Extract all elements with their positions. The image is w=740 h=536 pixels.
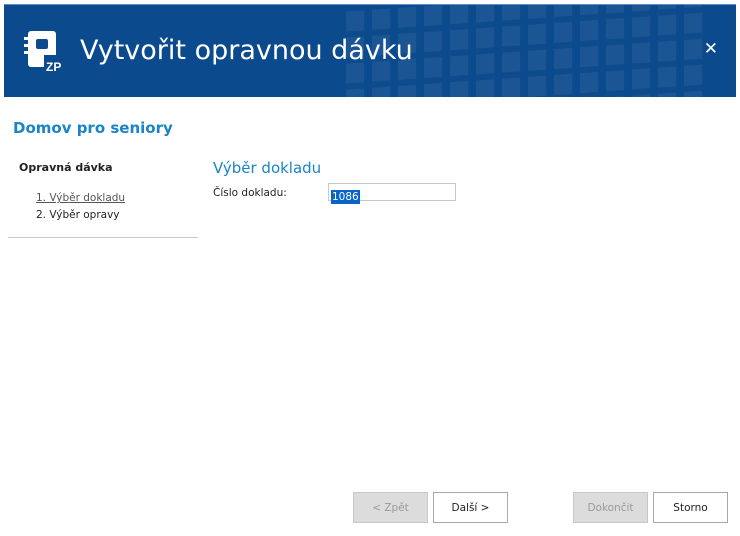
finish-button[interactable]: Dokončit xyxy=(573,492,648,523)
organization-name: Domov pro seniory xyxy=(13,119,173,137)
app-logo-icon: ZP xyxy=(22,29,68,75)
sidebar-heading: Opravná dávka xyxy=(19,161,113,174)
document-number-input[interactable]: 1086 xyxy=(328,183,456,204)
sidebar-step-vyber-dokladu[interactable]: 1. Výběr dokladu xyxy=(36,192,125,204)
close-icon[interactable]: ✕ xyxy=(704,39,718,59)
cancel-button[interactable]: Storno xyxy=(653,492,728,523)
document-number-value: 1086 xyxy=(331,190,360,204)
next-button[interactable]: Další > xyxy=(433,492,508,523)
window-title: Vytvořit opravnou dávku xyxy=(80,35,413,66)
sidebar-divider xyxy=(8,237,198,238)
section-title: Výběr dokladu xyxy=(213,159,322,177)
document-number-label: Číslo dokladu: xyxy=(213,187,287,199)
back-button[interactable]: < Zpět xyxy=(353,492,428,523)
sidebar-step-vyber-opravy: 2. Výběr opravy xyxy=(36,209,120,221)
window-header: ZP Vytvořit opravnou dávku ✕ xyxy=(4,4,736,97)
logo-text: ZP xyxy=(46,60,61,74)
